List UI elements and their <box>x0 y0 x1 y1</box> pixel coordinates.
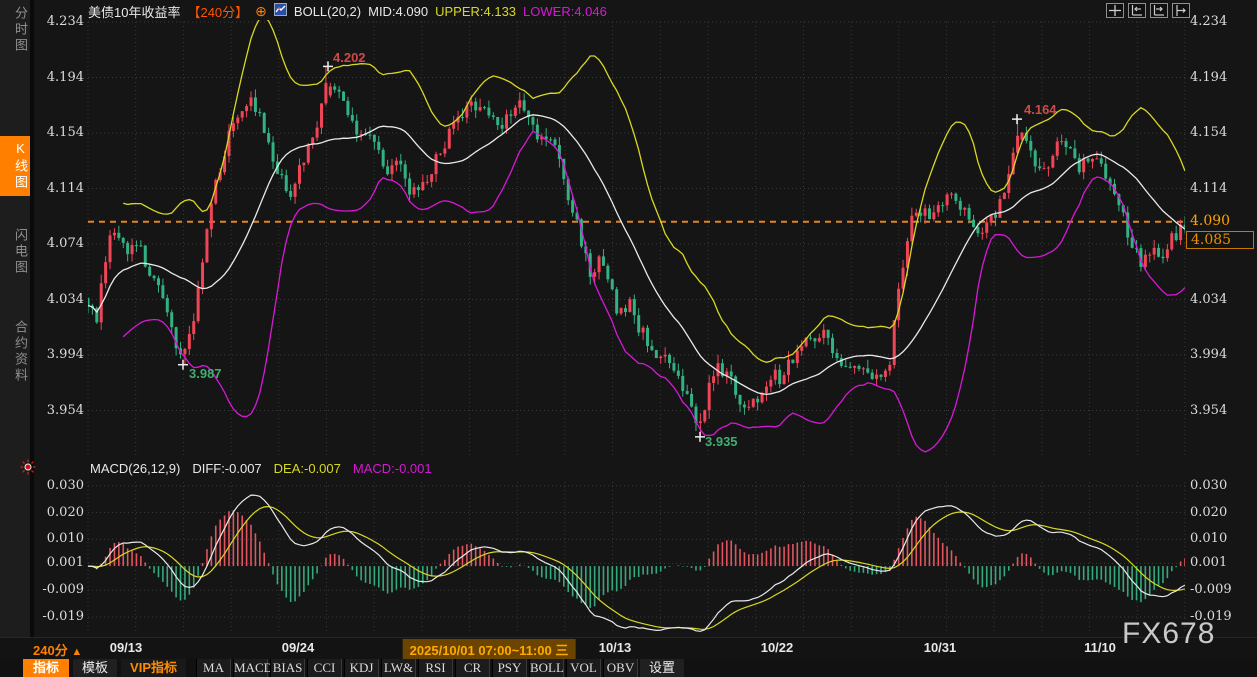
price-axis-label: 4.154 <box>1190 125 1250 141</box>
toolbar-item-MA[interactable]: MA <box>196 659 231 677</box>
time-axis: 240分 ▲ 2025/10/01 07:00~11:00 三 09/13 09/… <box>0 637 1257 660</box>
price-axis-label: 3.954 <box>1190 403 1250 419</box>
macd-axis-label: 0.030 <box>1190 478 1250 494</box>
macd-label-row: MACD(26,12,9) DIFF:-0.007 DEA:-0.007 MAC… <box>90 461 432 476</box>
macd-bar-value: MACD:-0.001 <box>353 461 432 476</box>
price-axis-label: 4.114 <box>24 181 84 197</box>
dashed-price-tag: 4.090 <box>1187 213 1254 230</box>
price-annotation: 3.935 <box>705 434 738 449</box>
price-axis-label: 4.194 <box>1190 70 1250 86</box>
toolbar-item-PSY[interactable]: PSY <box>492 659 527 677</box>
price-annotation: 3.987 <box>189 366 222 381</box>
macd-axis-label: 0.020 <box>24 505 84 521</box>
trading-app: 分时图K线图闪电图合约资料 美债10年收益率 【240分】 ⊕ BOLL(20,… <box>0 0 1257 677</box>
toolbar-item-模板[interactable]: 模板 <box>73 659 117 677</box>
price-axis-label: 4.234 <box>1190 14 1250 30</box>
macd-params-label: MACD(26,12,9) <box>90 461 180 476</box>
chart-canvas[interactable] <box>0 0 1257 640</box>
macd-axis-label: 0.010 <box>24 531 84 547</box>
date-label: 11/10 <box>1084 640 1116 655</box>
period-text: 240分 <box>33 643 68 658</box>
macd-axis-label: 0.001 <box>1190 555 1250 571</box>
price-axis-label: 4.234 <box>24 14 84 30</box>
period-arrow-icon: ▲ <box>71 646 82 658</box>
watermark-logo: FX678 <box>1122 617 1215 651</box>
price-axis-label: 4.034 <box>1190 292 1250 308</box>
toolbar-item-指标[interactable]: 指标 <box>23 659 69 677</box>
date-label: 09/13 <box>110 640 143 655</box>
macd-axis-label: 0.010 <box>1190 531 1250 547</box>
macd-axis-label: -0.009 <box>1190 582 1250 598</box>
macd-axis-label: 0.001 <box>24 555 84 571</box>
period-selector[interactable]: 240分 ▲ <box>33 640 82 659</box>
toolbar-item-BOLL[interactable]: BOLL <box>529 659 564 677</box>
macd-axis-label: -0.009 <box>24 582 84 598</box>
date-label: 10/22 <box>761 640 794 655</box>
date-label: 10/13 <box>599 640 632 655</box>
price-axis-label: 4.114 <box>1190 181 1250 197</box>
toolbar-item-VOL[interactable]: VOL <box>566 659 601 677</box>
macd-axis-label: -0.019 <box>24 609 84 625</box>
toolbar-item-CCI[interactable]: CCI <box>307 659 342 677</box>
toolbar-item-LW&[interactable]: LW& <box>381 659 416 677</box>
macd-dea-value: DEA:-0.007 <box>274 461 341 476</box>
date-label: 10/31 <box>924 640 957 655</box>
date-label: 09/24 <box>282 640 315 655</box>
price-axis-label: 3.994 <box>1190 347 1250 363</box>
toolbar-item-CR[interactable]: CR <box>455 659 490 677</box>
price-axis-label: 4.034 <box>24 292 84 308</box>
toolbar-item-设置[interactable]: 设置 <box>640 659 684 677</box>
toolbar-item-VIP指标[interactable]: VIP指标 <box>121 659 186 677</box>
toolbar-item-OBV[interactable]: OBV <box>603 659 638 677</box>
last-price-tag: 4.085 <box>1186 231 1254 249</box>
macd-diff-value: DIFF:-0.007 <box>192 461 261 476</box>
indicator-toolbar: 指标模板VIP指标 MAMACDBIASCCIKDJLW&RSICRPSYBOLL… <box>0 659 1257 677</box>
macd-axis-label: 0.030 <box>24 478 84 494</box>
bar-datetime-highlight: 2025/10/01 07:00~11:00 三 <box>403 639 576 660</box>
toolbar-item-KDJ[interactable]: KDJ <box>344 659 379 677</box>
toolbar-item-BIAS[interactable]: BIAS <box>270 659 305 677</box>
toolbar-item-RSI[interactable]: RSI <box>418 659 453 677</box>
price-axis-label: 4.074 <box>24 236 84 252</box>
price-annotation: 4.164 <box>1024 102 1057 117</box>
price-axis-label: 3.954 <box>24 403 84 419</box>
price-axis-label: 4.154 <box>24 125 84 141</box>
price-axis-label: 4.194 <box>24 70 84 86</box>
price-annotation: 4.202 <box>333 50 366 65</box>
toolbar-item-MACD[interactable]: MACD <box>233 659 268 677</box>
price-axis-label: 3.994 <box>24 347 84 363</box>
macd-axis-label: 0.020 <box>1190 505 1250 521</box>
